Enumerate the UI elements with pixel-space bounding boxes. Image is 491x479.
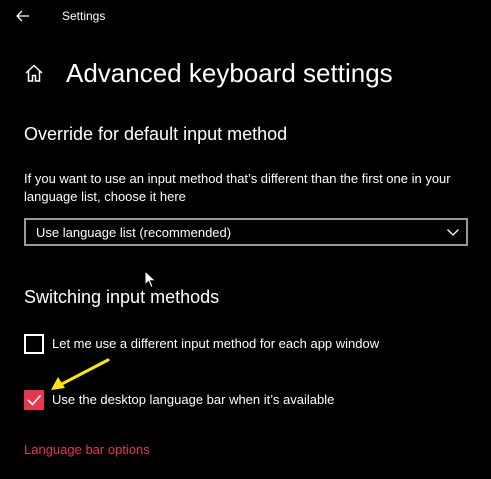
language-bar-options-link[interactable]: Language bar options <box>24 442 150 458</box>
per-app-input-method-label: Let me use a different input method for … <box>52 336 380 351</box>
override-description: If you want to use an input method that’… <box>24 171 451 204</box>
back-button[interactable] <box>10 4 36 28</box>
desktop-language-bar-label: Use the desktop language bar when it’s a… <box>52 392 335 407</box>
annotation-arrow-icon <box>51 358 110 390</box>
back-arrow-icon <box>16 10 29 22</box>
checkmark-icon <box>27 394 42 406</box>
home-icon <box>25 64 43 82</box>
desktop-language-bar-checkbox[interactable] <box>24 390 44 410</box>
switching-section-heading: Switching input methods <box>24 287 220 307</box>
page-title: Advanced keyboard settings <box>66 58 393 88</box>
chevron-down-icon <box>447 229 459 236</box>
desktop-language-bar-option[interactable]: Use the desktop language bar when it’s a… <box>24 390 464 412</box>
input-method-dropdown[interactable]: Use language list (recommended) <box>24 218 468 246</box>
window-title: Settings <box>62 9 106 23</box>
dropdown-selected-value: Use language list (recommended) <box>36 225 232 240</box>
home-button[interactable] <box>22 61 46 85</box>
override-section-heading: Override for default input method <box>24 124 288 144</box>
per-app-input-method-option[interactable]: Let me use a different input method for … <box>24 334 464 356</box>
per-app-input-method-checkbox[interactable] <box>24 334 44 354</box>
title-bar: Settings <box>0 0 491 32</box>
